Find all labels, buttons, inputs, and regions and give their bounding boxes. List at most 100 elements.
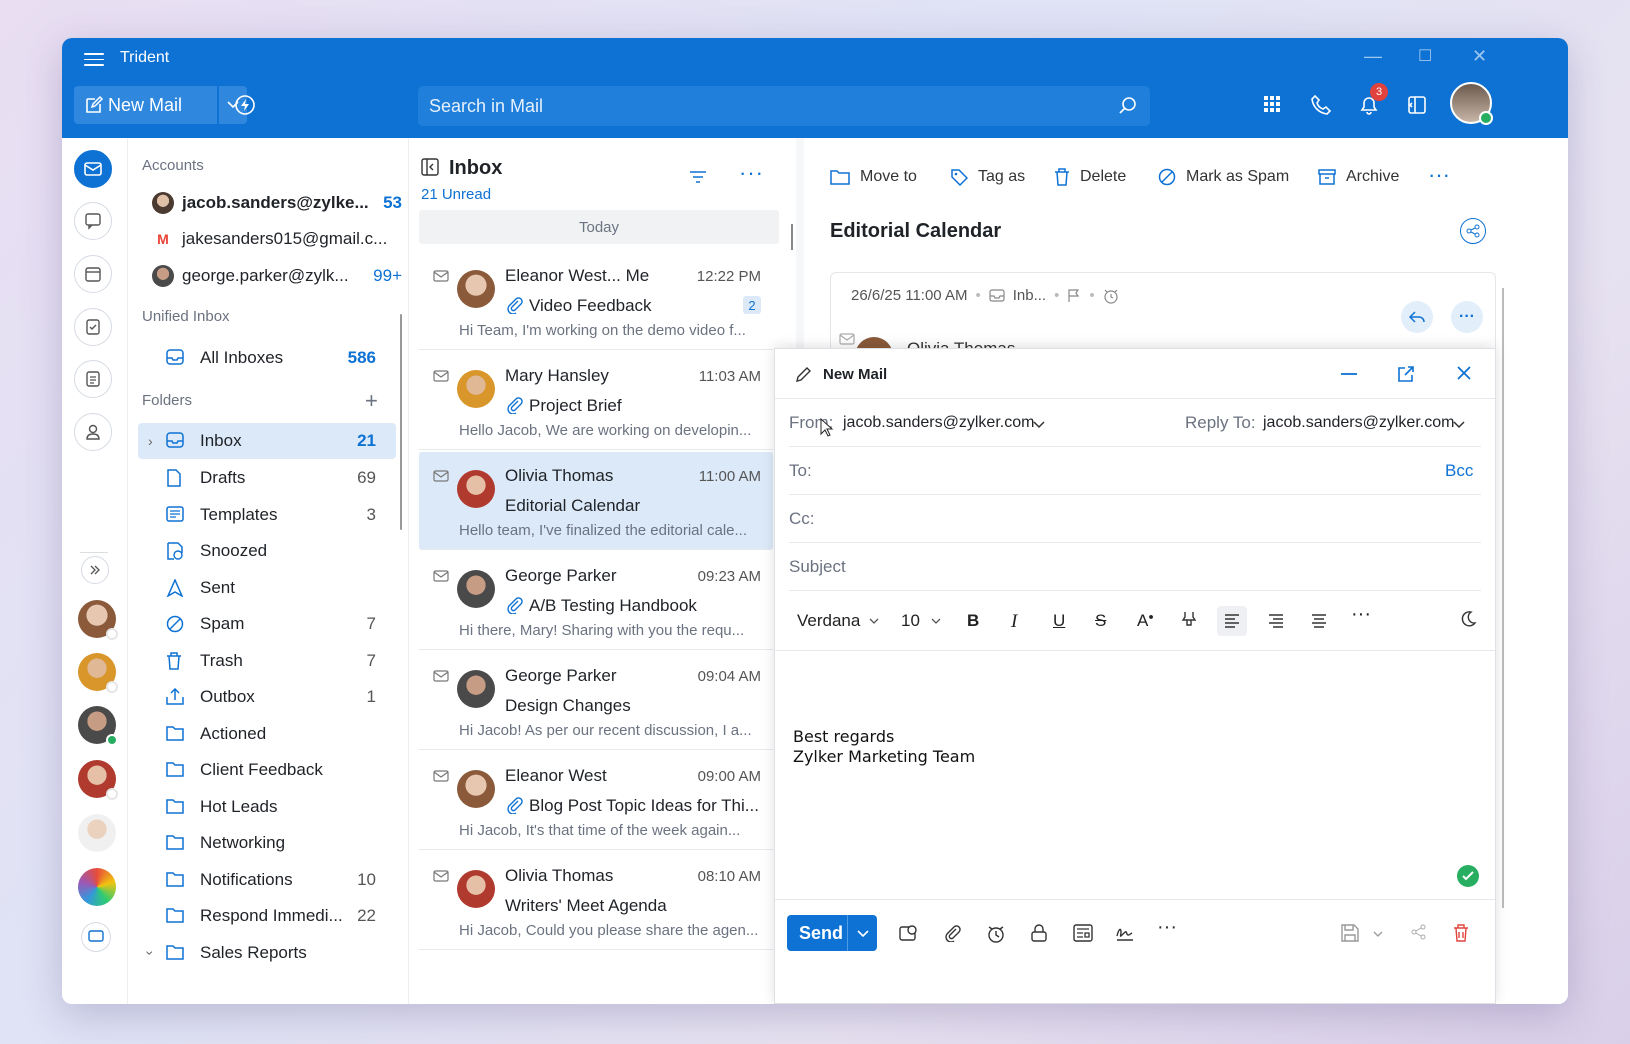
rail-expand-button[interactable] [81, 556, 109, 584]
filter-icon[interactable] [689, 170, 707, 184]
archive-button[interactable]: Archive [1318, 168, 1399, 186]
unread-count[interactable]: 21 Unread [421, 186, 491, 203]
align-right-icon[interactable] [1268, 614, 1284, 628]
maximize-icon[interactable]: ☐ [1418, 46, 1432, 66]
folder-sent[interactable]: Sent [138, 570, 396, 606]
mail-item[interactable]: Olivia Thomas 08:10 AM Writers' Meet Age… [419, 852, 773, 950]
folder-networking[interactable]: Networking [138, 825, 396, 861]
folder-actioned[interactable]: Actioned [138, 716, 396, 752]
account-item[interactable]: george.parker@zylk... 99+ [152, 261, 402, 291]
account-item[interactable]: jacob.sanders@zylke... 53 [152, 188, 402, 218]
insert-image-icon[interactable] [899, 924, 919, 942]
minimize-compose-icon[interactable] [1341, 373, 1357, 375]
mark-spam-button[interactable]: Mark as Spam [1158, 168, 1289, 186]
contact-avatar-1[interactable] [78, 600, 118, 640]
from-select[interactable]: jacob.sanders@zylker.com [843, 414, 1034, 432]
to-field[interactable]: To: Bcc [789, 447, 1481, 495]
more-options-icon[interactable]: ··· [739, 160, 764, 186]
schedule-icon[interactable] [986, 924, 1006, 944]
quick-actions-icon[interactable] [234, 94, 256, 116]
chevron-down-icon[interactable] [931, 618, 941, 624]
strikethrough-icon[interactable]: S [1095, 611, 1106, 631]
envelope-icon[interactable] [433, 870, 449, 882]
apps-grid-icon[interactable] [1262, 94, 1282, 114]
mail-item[interactable]: George Parker 09:04 AM Design Changes Hi… [419, 652, 773, 750]
chevron-down-icon[interactable]: › [142, 951, 158, 956]
rail-feedback-button[interactable] [81, 922, 111, 952]
contact-avatar-6[interactable] [78, 868, 116, 906]
share-icon[interactable] [1411, 924, 1427, 940]
cc-field[interactable]: Cc: [789, 495, 1481, 543]
rail-calendar-button[interactable] [74, 255, 112, 293]
discard-icon[interactable] [1453, 924, 1469, 942]
rail-contacts-button[interactable] [74, 413, 112, 451]
more-compose-options-icon[interactable]: ··· [1157, 916, 1177, 939]
folder-inbox[interactable]: › Inbox 21 [138, 423, 396, 459]
envelope-icon[interactable] [433, 570, 449, 582]
collapse-pane-icon[interactable] [421, 158, 439, 176]
rail-tasks-button[interactable] [74, 308, 112, 346]
text-color-icon[interactable]: A● [1137, 611, 1154, 631]
folder-snoozed[interactable]: Snoozed [138, 533, 396, 569]
contact-avatar-2[interactable] [78, 653, 118, 693]
lock-icon[interactable] [1031, 924, 1047, 942]
envelope-icon[interactable] [433, 370, 449, 382]
reply-button[interactable] [1401, 301, 1433, 333]
chevron-down-icon[interactable] [1373, 931, 1383, 937]
folder-notifications[interactable]: Notifications 10 [138, 862, 396, 898]
share-icon[interactable] [1460, 218, 1486, 244]
move-to-button[interactable]: Move to [830, 168, 917, 186]
reader-scrollbar[interactable] [1502, 288, 1504, 908]
mail-item[interactable]: Eleanor West... Me 12:22 PM Video Feedba… [419, 252, 773, 350]
reply-to-select[interactable]: jacob.sanders@zylker.com [1263, 414, 1454, 432]
align-left-button[interactable] [1217, 606, 1247, 636]
envelope-icon[interactable] [433, 770, 449, 782]
rail-mail-button[interactable] [74, 150, 112, 188]
template-icon[interactable] [1073, 924, 1093, 942]
delete-button[interactable]: Delete [1054, 168, 1126, 186]
folder-spam[interactable]: Spam 7 [138, 606, 396, 642]
highlight-icon[interactable] [1181, 610, 1197, 628]
chevron-down-icon[interactable] [1453, 421, 1465, 429]
message-more-button[interactable]: ··· [1451, 301, 1483, 333]
folder-sales-reports[interactable]: › Sales Reports [138, 935, 396, 971]
signature-icon[interactable] [1115, 924, 1135, 942]
add-folder-icon[interactable]: + [365, 388, 378, 414]
chevron-down-icon[interactable] [869, 618, 879, 624]
close-compose-icon[interactable] [1457, 366, 1471, 380]
search-icon[interactable] [1118, 96, 1138, 116]
envelope-icon[interactable] [433, 670, 449, 682]
more-format-icon[interactable]: ··· [1351, 603, 1371, 626]
save-draft-icon[interactable] [1341, 924, 1359, 942]
all-inboxes-item[interactable]: All Inboxes 586 [138, 340, 396, 376]
phone-icon[interactable] [1310, 94, 1332, 116]
folder-trash[interactable]: Trash 7 [138, 643, 396, 679]
list-scrollbar[interactable] [791, 224, 793, 250]
font-size-select[interactable]: 10 [901, 611, 920, 631]
user-avatar[interactable] [1450, 82, 1493, 125]
dark-mode-icon[interactable] [1459, 610, 1477, 628]
subject-field[interactable]: Subject [789, 543, 1481, 591]
bold-icon[interactable]: B [967, 611, 979, 631]
envelope-icon[interactable] [433, 470, 449, 482]
tag-as-button[interactable]: Tag as [950, 168, 1025, 186]
folder-outbox[interactable]: Outbox 1 [138, 679, 396, 715]
folder-respond-immediately[interactable]: Respond Immedi... 22 [138, 898, 396, 934]
contact-avatar-5[interactable] [78, 814, 116, 852]
envelope-icon[interactable] [433, 270, 449, 282]
more-actions-icon[interactable]: ··· [1428, 162, 1450, 188]
contact-avatar-3[interactable] [78, 706, 118, 746]
bcc-toggle[interactable]: Bcc [1445, 461, 1473, 481]
rail-chat-button[interactable] [74, 202, 112, 240]
rail-notes-button[interactable] [74, 360, 112, 398]
flag-icon[interactable] [1067, 288, 1081, 303]
mail-item[interactable]: Eleanor West 09:00 AM Blog Post Topic Id… [419, 752, 773, 850]
chevron-right-icon[interactable]: › [148, 433, 153, 449]
send-options-icon[interactable] [857, 930, 869, 938]
contact-avatar-4[interactable] [78, 760, 118, 800]
underline-icon[interactable]: U [1053, 611, 1065, 631]
grammar-check-icon[interactable] [1457, 865, 1479, 887]
attachment-icon[interactable] [943, 924, 961, 942]
search-input[interactable]: Search in Mail [418, 86, 1150, 126]
align-center-icon[interactable] [1311, 614, 1327, 628]
